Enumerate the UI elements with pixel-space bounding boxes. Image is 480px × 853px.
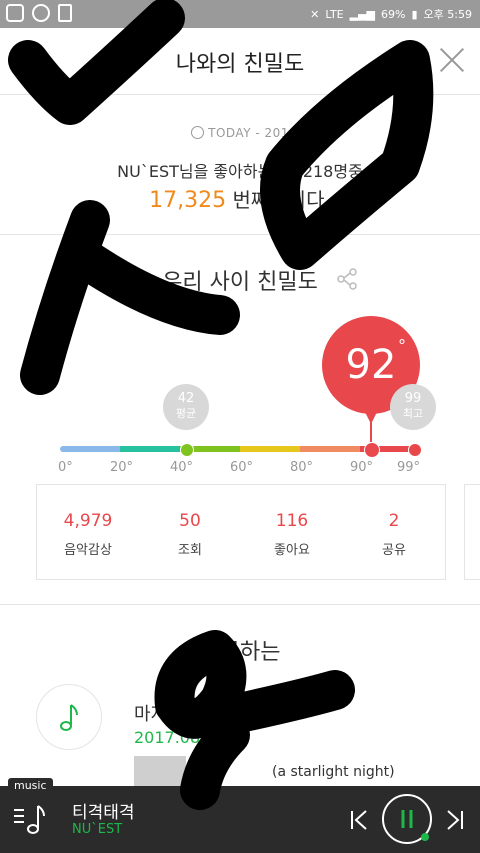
scale-segment (120, 446, 180, 452)
player-artist: NU`EST (72, 822, 123, 837)
sync-icon (32, 4, 50, 22)
section-divider (0, 604, 480, 605)
stat-label: 조회 (178, 543, 202, 558)
average-marker (180, 443, 194, 457)
score-marker (364, 442, 380, 458)
history-icon-circle (36, 684, 102, 750)
mute-icon: ✕ (310, 7, 320, 21)
close-button[interactable] (438, 46, 466, 74)
player-song-title[interactable]: 티격태격 (72, 798, 135, 823)
status-bar: ✕ LTE ▂▄▆ 69% ▮ 오후 5:59 (0, 0, 480, 28)
history-item-date: 2017.08 (134, 728, 201, 747)
tick-label: 60° (230, 460, 254, 475)
average-label: 평균 (175, 407, 197, 420)
stat-value: 2 (388, 511, 400, 531)
rank-text: 17,325 번째입니다. (0, 184, 480, 213)
max-marker (408, 443, 422, 457)
music-note-icon (60, 704, 78, 731)
stat-shares: 2 공유 (343, 485, 445, 579)
stat-views: 50 조회 (139, 485, 241, 579)
battery-icon: ▮ (411, 7, 418, 21)
score-degree: ° (398, 336, 406, 355)
stat-value: 116 (275, 511, 309, 531)
rank-number: 17,325 (149, 188, 227, 213)
tick-label: 80° (290, 460, 314, 475)
tick-label: 0° (58, 460, 73, 475)
clock-icon (191, 126, 205, 139)
tick-label: 20° (110, 460, 134, 475)
history-title: 기록하는 (199, 640, 281, 665)
pause-button[interactable] (380, 792, 434, 846)
download-icon (58, 4, 72, 22)
max-label: 최고 (402, 407, 424, 420)
stat-label: 좋아요 (274, 543, 310, 558)
next-icon[interactable] (444, 808, 466, 832)
music-tag: music (8, 778, 53, 793)
scale-segment (300, 446, 360, 452)
clock-text: 오후 5:59 (423, 8, 472, 21)
scale-segment (240, 446, 300, 452)
max-value: 99 (404, 391, 422, 406)
today-label: TODAY - 201 (208, 126, 289, 140)
history-song-title[interactable]: (a starlight night) (272, 764, 395, 780)
stat-likes: 116 좋아요 (241, 485, 343, 579)
stat-value: 50 (179, 511, 201, 531)
intimacy-title: 우리 사이 친밀도 (162, 270, 318, 295)
status-left (6, 4, 72, 22)
scale-segment (60, 446, 120, 452)
today-row: TODAY - 201 (0, 126, 480, 140)
signal-icon: ▂▄▆ (349, 7, 376, 21)
status-right: ✕ LTE ▂▄▆ 69% ▮ 오후 5:59 (310, 6, 472, 22)
tick-label: 40° (170, 460, 194, 475)
stat-label: 음악감상 (64, 543, 112, 558)
average-value: 42 (177, 391, 195, 406)
battery-text: 69% (381, 7, 406, 21)
score-pin (370, 420, 372, 442)
rank-suffix: 번째입니다. (232, 188, 331, 212)
fan-count-text: NU`EST님을 좋아하는 46,218명중 (117, 162, 363, 181)
stat-listens: 4,979 음악감상 (37, 485, 139, 579)
app-notification-icon (6, 4, 24, 22)
average-bubble: 42 평균 (163, 384, 209, 430)
max-bubble: 99 최고 (390, 384, 436, 430)
history-item-title[interactable]: 마지 (134, 700, 167, 726)
tick-label: 99° (397, 460, 421, 475)
previous-icon[interactable] (348, 808, 370, 832)
next-stats-card (464, 484, 480, 580)
lte-label: LTE (325, 7, 344, 21)
share-icon[interactable] (336, 268, 358, 290)
header: 나와의 친밀도 (0, 28, 480, 95)
stat-value: 4,979 (63, 511, 113, 531)
stats-card: 4,979 음악감상 50 조회 116 좋아요 2 공유 (36, 484, 446, 580)
playlist-icon[interactable] (12, 802, 48, 836)
stat-label: 공유 (382, 543, 406, 558)
scribble-stroke (20, 200, 240, 395)
page-title: 나와의 친밀도 (175, 52, 305, 77)
tick-label: 90° (350, 460, 374, 475)
section-divider (0, 234, 480, 235)
